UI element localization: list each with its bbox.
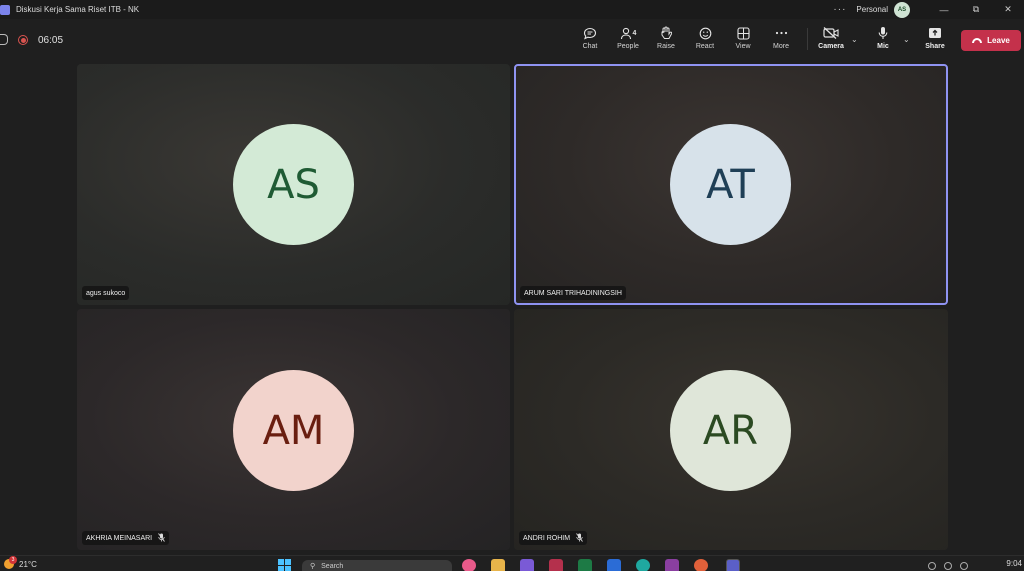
participant-name: agus sukoco xyxy=(86,289,126,297)
teams-app-icon xyxy=(0,4,10,15)
react-label: React xyxy=(695,43,715,50)
file-explorer-icon[interactable] xyxy=(491,559,505,571)
participant-avatar: AM xyxy=(233,370,354,491)
mic-off-icon xyxy=(158,532,166,544)
meeting-toolbar: 06:05 Chat 4 People Raise React View Mor… xyxy=(0,19,1024,60)
people-button[interactable]: 4 People xyxy=(608,25,648,55)
people-label: People xyxy=(617,43,639,50)
profile-avatar[interactable]: AS xyxy=(894,1,910,18)
participant-avatar: AT xyxy=(670,124,791,245)
restore-button[interactable]: ⧉ xyxy=(960,0,992,19)
mic-options-chevron-icon[interactable]: ⌄ xyxy=(903,35,910,44)
taskbar-app-icon[interactable] xyxy=(462,559,476,571)
participant-name: ARUM SARI TRIHADININGSIH xyxy=(524,289,622,297)
grid-view-icon xyxy=(736,25,750,41)
mic-off-icon xyxy=(576,532,583,544)
recording-icon xyxy=(18,35,28,45)
video-stage: AS agus sukoco AT ARUM SARI TRIHADININGS… xyxy=(0,60,1024,555)
meeting-timer: 06:05 xyxy=(38,35,64,46)
window-titlebar: Diskusi Kerja Sama Riset ITB - NK ··· Pe… xyxy=(0,0,1024,19)
mail-icon[interactable] xyxy=(607,559,621,571)
window-title: Diskusi Kerja Sama Riset ITB - NK xyxy=(16,5,140,14)
taskbar-search[interactable]: ⚲ Search xyxy=(302,560,452,571)
taskbar-app-icon[interactable] xyxy=(665,559,679,571)
mic-label: Mic xyxy=(877,43,889,50)
more-icon xyxy=(775,25,788,41)
volume-icon[interactable] xyxy=(944,562,952,570)
participant-name: AKHRIA MEINASARI xyxy=(86,534,153,542)
chat-button[interactable]: Chat xyxy=(570,25,610,55)
excel-icon[interactable] xyxy=(578,559,592,571)
windows-taskbar: 3 21°C ⚲ Search 9:04 xyxy=(0,555,1024,571)
leave-button[interactable]: Leave xyxy=(961,30,1021,51)
taskbar-clock[interactable]: 9:04 xyxy=(1006,559,1022,568)
view-button[interactable]: View xyxy=(723,25,763,55)
chat-label: Chat xyxy=(582,43,598,50)
powerpoint-icon[interactable] xyxy=(549,559,563,571)
weather-widget[interactable]: 3 21°C xyxy=(4,556,37,569)
people-count: 4 xyxy=(632,29,637,37)
view-label: View xyxy=(735,43,751,50)
taskbar-app-icon[interactable] xyxy=(520,559,534,571)
mic-button[interactable]: Mic xyxy=(863,25,903,55)
shield-icon[interactable] xyxy=(0,34,8,45)
share-screen-icon xyxy=(928,25,942,41)
phone-hangup-icon xyxy=(972,38,983,43)
toolbar-divider xyxy=(807,28,808,50)
leave-label: Leave xyxy=(987,36,1010,45)
network-icon[interactable] xyxy=(928,562,936,570)
search-placeholder: Search xyxy=(321,562,344,570)
participant-avatar: AS xyxy=(233,124,354,245)
participant-avatar: AR xyxy=(670,370,791,491)
weather-icon: 3 xyxy=(4,556,17,569)
camera-button[interactable]: Camera xyxy=(811,25,851,55)
participant-name-tag: ARUM SARI TRIHADININGSIH xyxy=(520,286,626,300)
participant-name-tag: agus sukoco xyxy=(82,286,130,300)
smiley-icon xyxy=(699,25,712,41)
close-button[interactable]: ✕ xyxy=(992,0,1024,19)
camera-label: Camera xyxy=(818,43,844,50)
react-button[interactable]: React xyxy=(685,25,725,55)
search-icon: ⚲ xyxy=(310,563,316,570)
participant-name-tag: AKHRIA MEINASARI xyxy=(82,531,170,545)
notification-badge: 3 xyxy=(9,556,17,564)
edge-icon[interactable] xyxy=(636,559,650,571)
titlebar-controls: ··· Personal AS — ⧉ ✕ xyxy=(833,0,1024,19)
teams-taskbar-icon[interactable] xyxy=(726,559,740,571)
windows-start-icon[interactable] xyxy=(278,559,292,571)
participant-name: ANDRI ROHIM xyxy=(523,534,571,542)
more-button[interactable]: More xyxy=(761,25,801,55)
share-button[interactable]: Share xyxy=(915,25,955,55)
participant-tile-active-speaker[interactable]: AT ARUM SARI TRIHADININGSIH xyxy=(514,64,948,305)
people-icon: 4 xyxy=(620,25,637,41)
participant-name-tag: ANDRI ROHIM xyxy=(519,531,588,545)
mic-icon xyxy=(878,25,888,41)
camera-off-icon xyxy=(823,25,839,41)
raise-hand-button[interactable]: Raise xyxy=(646,25,686,55)
chat-icon xyxy=(583,25,597,41)
share-label: Share xyxy=(925,43,945,50)
raise-label: Raise xyxy=(657,43,675,50)
temperature: 21°C xyxy=(19,559,37,569)
profile-label[interactable]: Personal xyxy=(856,5,888,14)
participant-tile[interactable]: AM AKHRIA MEINASARI xyxy=(77,309,510,550)
battery-icon[interactable] xyxy=(960,562,968,570)
more-options-icon[interactable]: ··· xyxy=(833,4,846,15)
participant-tile[interactable]: AR ANDRI ROHIM xyxy=(514,309,948,550)
minimize-button[interactable]: — xyxy=(928,0,960,19)
camera-options-chevron-icon[interactable]: ⌄ xyxy=(851,35,858,44)
hand-icon xyxy=(660,25,672,41)
more-label: More xyxy=(773,43,789,50)
taskbar-app-icon[interactable] xyxy=(694,559,708,571)
participant-tile[interactable]: AS agus sukoco xyxy=(77,64,510,305)
